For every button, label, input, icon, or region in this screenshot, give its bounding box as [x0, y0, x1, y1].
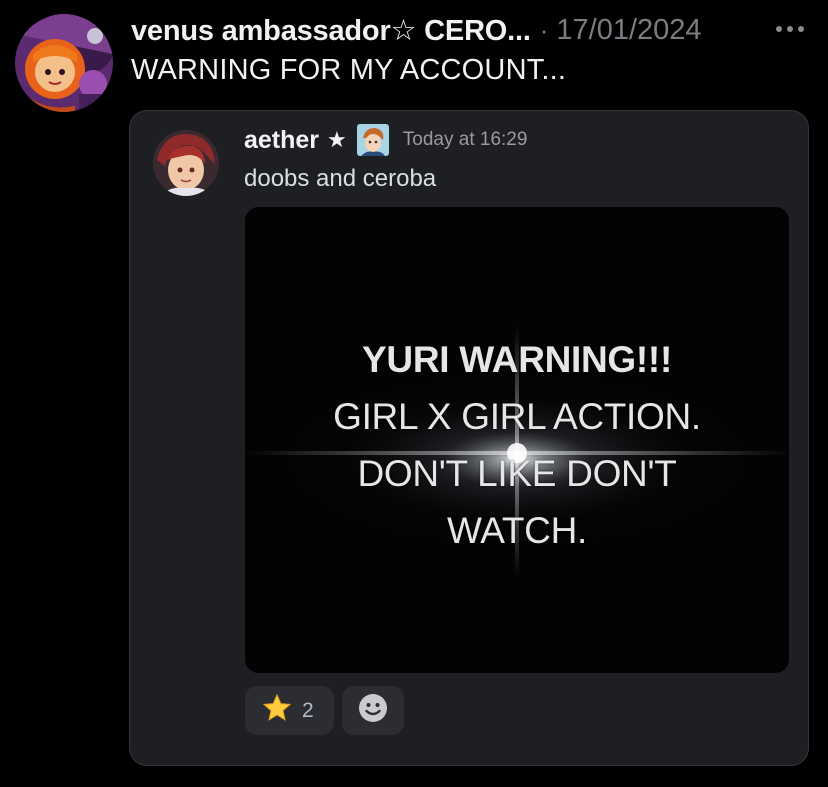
embed-header: aether ★ Today at 16:29 — [244, 123, 527, 157]
image-text-line: DON'T LIKE DON'T — [357, 453, 677, 494]
post-header: venus ambassador☆ CERO... · 17/01/2024 — [131, 10, 702, 50]
more-options-icon[interactable] — [776, 22, 808, 36]
star-emoji-icon — [262, 693, 292, 728]
embedded-message-card[interactable]: aether ★ Today at 16:29 doobs and ceroba — [129, 110, 809, 766]
image-attachment[interactable]: YURI WARNING!!! GIRL X GIRL ACTION. DON'… — [245, 207, 789, 673]
embed-author-name[interactable]: aether — [244, 126, 319, 155]
embed-message-text: doobs and ceroba — [244, 165, 437, 192]
add-reaction-button[interactable] — [342, 686, 404, 735]
image-text-line: YURI WARNING!!! — [362, 339, 672, 380]
reaction-count: 2 — [302, 698, 314, 722]
embed-timestamp: Today at 16:29 — [402, 129, 528, 150]
image-caption: YURI WARNING!!! GIRL X GIRL ACTION. DON'… — [245, 207, 789, 673]
smiley-face-icon — [357, 692, 389, 729]
role-badge-icon[interactable] — [356, 124, 389, 156]
author-avatar[interactable] — [15, 14, 113, 112]
image-text-line: GIRL X GIRL ACTION. — [333, 396, 701, 437]
post-author-name[interactable]: venus ambassador☆ CERO... — [131, 13, 531, 48]
star-reaction-button[interactable]: 2 — [245, 686, 334, 735]
header-separator: · — [539, 14, 549, 45]
author-star-badge: ★ — [327, 127, 347, 152]
screen: venus ambassador☆ CERO... · 17/01/2024 W… — [0, 0, 828, 787]
image-text-line: WATCH. — [446, 510, 587, 551]
post-text: WARNING FOR MY ACCOUNT... — [131, 54, 567, 86]
embed-author-avatar[interactable] — [153, 130, 219, 196]
post-date: 17/01/2024 — [556, 13, 702, 46]
